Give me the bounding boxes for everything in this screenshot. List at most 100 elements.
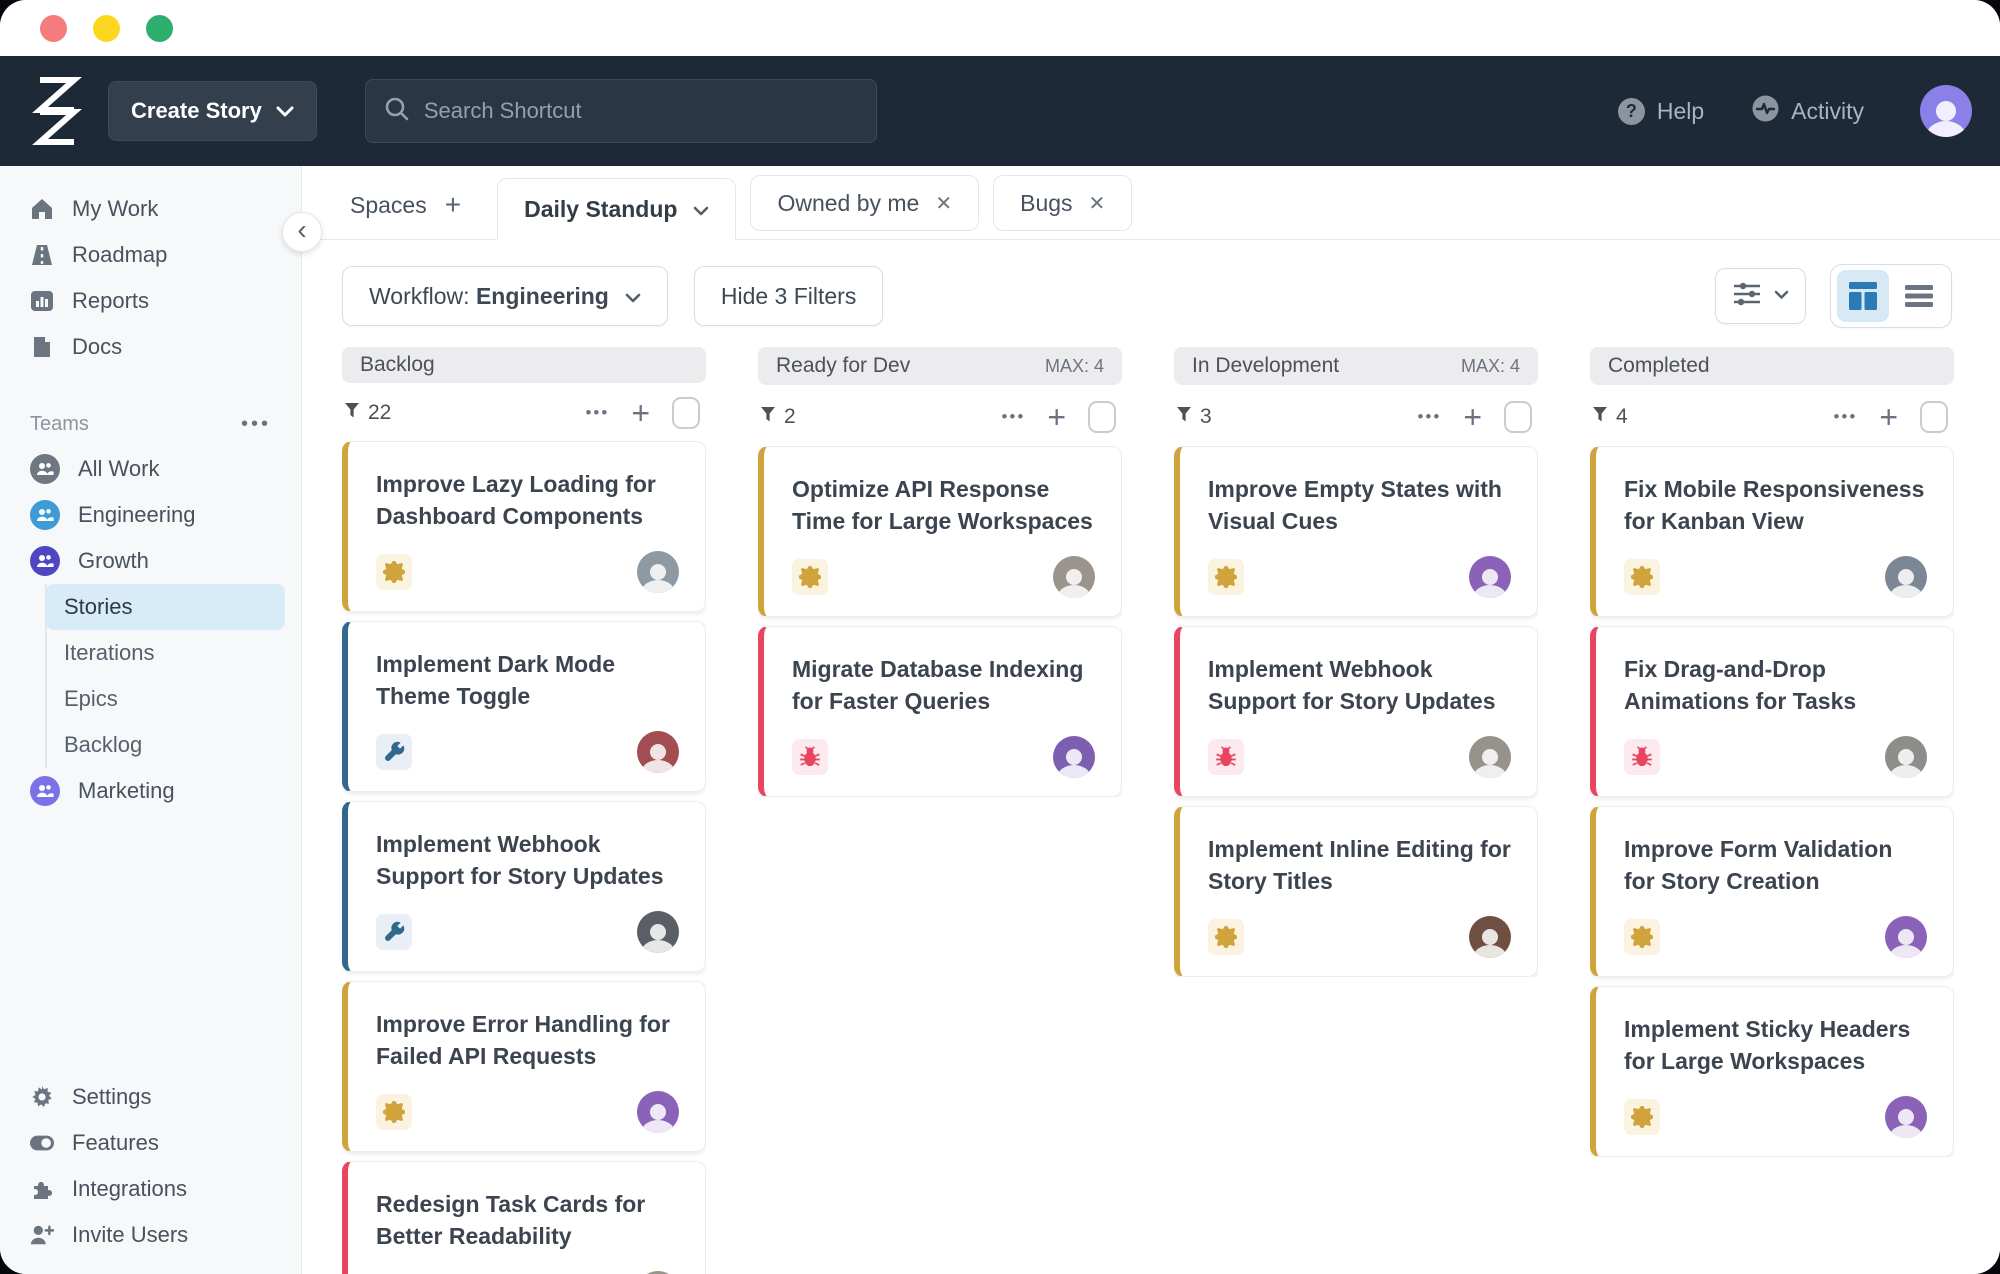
owner-avatar[interactable] xyxy=(1885,1096,1927,1138)
teams-overflow-button[interactable]: ••• xyxy=(241,413,271,436)
column-filter-count[interactable]: 2 xyxy=(760,405,796,429)
column-select-checkbox[interactable] xyxy=(672,397,700,429)
column-add-story-button[interactable]: + xyxy=(631,397,650,429)
sidebar-team-engineering[interactable]: Engineering xyxy=(16,492,285,538)
sidebar-item-backlog[interactable]: Backlog xyxy=(46,722,285,768)
column-header[interactable]: Ready for Dev MAX: 4 xyxy=(758,347,1122,385)
story-card[interactable]: Improve Error Handling for Failed API Re… xyxy=(342,981,706,1152)
story-card[interactable]: Implement Webhook Support for Story Upda… xyxy=(1174,626,1538,797)
story-card[interactable]: Fix Mobile Responsiveness for Kanban Vie… xyxy=(1590,446,1954,617)
story-card[interactable]: Improve Form Validation for Story Creati… xyxy=(1590,806,1954,977)
workflow-filter-button[interactable]: Workflow: Engineering xyxy=(342,266,668,326)
story-card[interactable]: Redesign Task Cards for Better Readabili… xyxy=(342,1161,706,1274)
create-story-button[interactable]: Create Story xyxy=(108,81,317,141)
sidebar-team-growth[interactable]: Growth xyxy=(16,538,285,584)
story-card[interactable]: Implement Webhook Support for Story Upda… xyxy=(342,801,706,972)
sidebar-item-stories[interactable]: Stories xyxy=(46,584,285,630)
sidebar-item-docs[interactable]: Docs xyxy=(16,324,285,370)
story-card[interactable]: Optimize API Response Time for Large Wor… xyxy=(758,446,1122,617)
column-toolbar: 22 ••• + xyxy=(342,397,706,431)
column-menu-button[interactable]: ••• xyxy=(1001,407,1025,427)
sidebar-item-features[interactable]: Features xyxy=(16,1120,285,1166)
kanban-view-button[interactable] xyxy=(1837,270,1889,322)
maximize-window-button[interactable] xyxy=(146,15,173,42)
story-card[interactable]: Improve Empty States with Visual Cues xyxy=(1174,446,1538,617)
column-menu-button[interactable]: ••• xyxy=(1833,407,1857,427)
sidebar-item-invite-users[interactable]: Invite Users xyxy=(16,1212,285,1258)
card-title: Fix Drag-and-Drop Animations for Tasks xyxy=(1624,653,1927,717)
tab-owned-by-me[interactable]: Owned by me ✕ xyxy=(750,175,979,231)
close-tab-icon[interactable]: ✕ xyxy=(1089,191,1106,216)
column-header[interactable]: In Development MAX: 4 xyxy=(1174,347,1538,385)
sidebar-item-my-work[interactable]: My Work xyxy=(16,186,285,232)
column-max-label: MAX: 4 xyxy=(1461,356,1520,377)
story-card[interactable]: Migrate Database Indexing for Faster Que… xyxy=(758,626,1122,797)
tab-daily-standup[interactable]: Daily Standup xyxy=(497,178,736,240)
chevron-down-icon[interactable] xyxy=(693,196,709,223)
column-header[interactable]: Completed xyxy=(1590,347,1954,385)
add-space-icon[interactable]: + xyxy=(445,189,461,221)
hide-filters-button[interactable]: Hide 3 Filters xyxy=(694,266,883,326)
feature-icon xyxy=(792,559,828,595)
story-card[interactable]: Fix Drag-and-Drop Animations for Tasks xyxy=(1590,626,1954,797)
card-title: Implement Webhook Support for Story Upda… xyxy=(1208,653,1511,717)
sidebar-item-iterations[interactable]: Iterations xyxy=(46,630,285,676)
owner-avatar[interactable] xyxy=(1469,556,1511,598)
close-tab-icon[interactable]: ✕ xyxy=(935,191,952,216)
column-header[interactable]: Backlog xyxy=(342,347,706,383)
road-icon xyxy=(30,244,54,266)
sidebar-item-settings[interactable]: Settings xyxy=(16,1074,285,1120)
column-select-checkbox[interactable] xyxy=(1504,401,1532,433)
feature-icon xyxy=(376,1094,412,1130)
activity-button[interactable]: Activity xyxy=(1752,95,1864,128)
sidebar-item-reports[interactable]: Reports xyxy=(16,278,285,324)
owner-avatar[interactable] xyxy=(637,731,679,773)
column-add-story-button[interactable]: + xyxy=(1463,401,1482,433)
sidebar-team-all-work[interactable]: All Work xyxy=(16,446,285,492)
column-filter-count[interactable]: 22 xyxy=(344,401,391,425)
close-window-button[interactable] xyxy=(40,15,67,42)
list-view-button[interactable] xyxy=(1893,270,1945,322)
owner-avatar[interactable] xyxy=(637,911,679,953)
sidebar-team-marketing[interactable]: Marketing xyxy=(16,768,285,814)
search-input[interactable] xyxy=(424,98,858,124)
owner-avatar[interactable] xyxy=(1469,916,1511,958)
column-menu-button[interactable]: ••• xyxy=(1417,407,1441,427)
story-card[interactable]: Implement Sticky Headers for Large Works… xyxy=(1590,986,1954,1157)
feature-icon xyxy=(1624,919,1660,955)
owner-avatar[interactable] xyxy=(1053,556,1095,598)
column-add-story-button[interactable]: + xyxy=(1879,401,1898,433)
column-filter-count[interactable]: 4 xyxy=(1592,405,1628,429)
column-menu-button[interactable]: ••• xyxy=(585,403,609,423)
column-select-checkbox[interactable] xyxy=(1920,401,1948,433)
column-title: Completed xyxy=(1608,354,1710,378)
spaces-button[interactable]: Spaces + xyxy=(350,189,461,221)
shortcut-logo-icon[interactable] xyxy=(22,71,92,151)
column-title: In Development xyxy=(1192,354,1339,378)
owner-avatar[interactable] xyxy=(637,551,679,593)
tab-bugs[interactable]: Bugs ✕ xyxy=(993,175,1132,231)
owner-avatar[interactable] xyxy=(1885,916,1927,958)
story-card[interactable]: Implement Inline Editing for Story Title… xyxy=(1174,806,1538,977)
owner-avatar[interactable] xyxy=(637,1091,679,1133)
minimize-window-button[interactable] xyxy=(93,15,120,42)
sidebar-item-integrations[interactable]: Integrations xyxy=(16,1166,285,1212)
column-filter-count[interactable]: 3 xyxy=(1176,405,1212,429)
column-add-story-button[interactable]: + xyxy=(1047,401,1066,433)
user-avatar[interactable] xyxy=(1920,85,1972,137)
owner-avatar[interactable] xyxy=(1885,556,1927,598)
engineering-team-icon xyxy=(30,500,60,530)
story-card[interactable]: Implement Dark Mode Theme Toggle xyxy=(342,621,706,792)
owner-avatar[interactable] xyxy=(1885,736,1927,778)
owner-avatar[interactable] xyxy=(1469,736,1511,778)
search-bar[interactable] xyxy=(365,79,877,143)
owner-avatar[interactable] xyxy=(1053,736,1095,778)
column-select-checkbox[interactable] xyxy=(1088,401,1116,433)
sidebar-collapse-button[interactable]: ‹ xyxy=(282,212,322,252)
card-title: Redesign Task Cards for Better Readabili… xyxy=(376,1188,679,1252)
sidebar-item-epics[interactable]: Epics xyxy=(46,676,285,722)
display-options-button[interactable] xyxy=(1715,268,1806,324)
story-card[interactable]: Improve Lazy Loading for Dashboard Compo… xyxy=(342,441,706,612)
sidebar-item-roadmap[interactable]: Roadmap xyxy=(16,232,285,278)
help-button[interactable]: ? Help xyxy=(1618,98,1704,125)
